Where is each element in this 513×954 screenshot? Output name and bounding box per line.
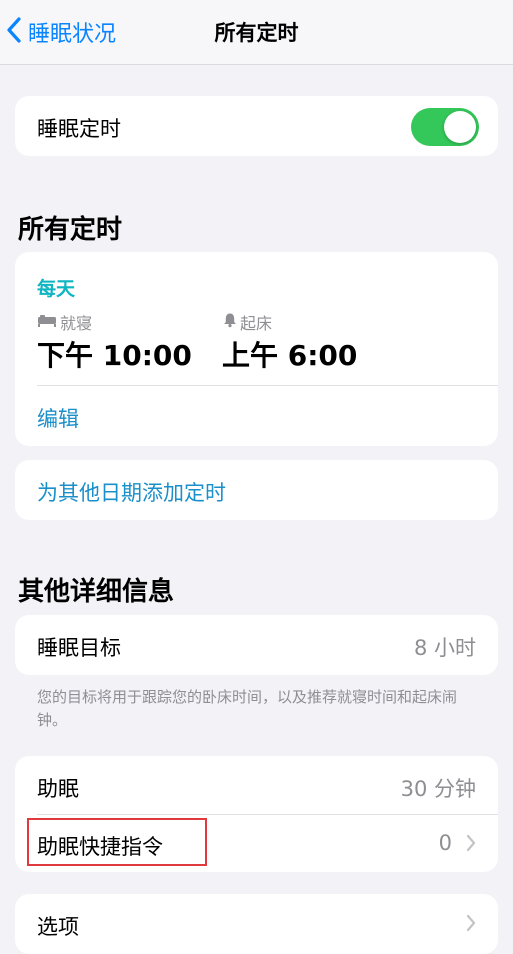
chevron-right-icon bbox=[466, 914, 476, 936]
wind-down-shortcuts-value: 0 bbox=[438, 831, 452, 855]
wake-label: 起床 bbox=[240, 314, 273, 333]
sleep-goal-value: 8 小时 bbox=[413, 636, 476, 660]
chevron-right-icon bbox=[466, 834, 476, 856]
schedule-frequency: 每天 bbox=[37, 278, 76, 300]
wake-value: 上午 6:00 bbox=[222, 339, 358, 372]
schedule-card: 每天 就寝 下午 10:00 起床 上午 6:00 编辑 bbox=[15, 252, 498, 446]
wake-label-row: 起床 bbox=[222, 310, 272, 334]
sleep-goal-footnote: 您的目标将用于跟踪您的卧床时间，以及推荐就寝时间和起床闹钟。 bbox=[37, 688, 458, 729]
bell-icon bbox=[222, 312, 238, 332]
bedtime-label: 就寝 bbox=[60, 314, 93, 333]
bedtime-label-row: 就寝 bbox=[37, 310, 92, 334]
add-schedule-card: 为其他日期添加定时 bbox=[15, 460, 498, 520]
wind-down-label: 助眠 bbox=[37, 777, 79, 801]
bedtime-value: 下午 10:00 bbox=[37, 339, 192, 372]
sleep-goal-label: 睡眠目标 bbox=[37, 636, 121, 660]
options-row[interactable]: 选项 bbox=[15, 894, 498, 954]
sleep-schedule-label: 睡眠定时 bbox=[37, 117, 121, 141]
add-schedule-button[interactable]: 为其他日期添加定时 bbox=[37, 477, 226, 507]
all-schedules-heading: 所有定时 bbox=[18, 215, 123, 245]
wind-down-card: 助眠 30 分钟 助眠快捷指令 0 bbox=[15, 756, 498, 872]
sleep-goal-row[interactable]: 睡眠目标 8 小时 bbox=[15, 615, 498, 675]
toggle-knob bbox=[444, 111, 476, 143]
wind-down-value: 30 分钟 bbox=[400, 777, 476, 801]
edit-schedule-button[interactable]: 编辑 bbox=[37, 403, 79, 433]
wind-down-row[interactable]: 助眠 30 分钟 bbox=[15, 756, 498, 814]
bed-icon bbox=[37, 313, 57, 332]
wind-down-shortcuts-label: 助眠快捷指令 bbox=[37, 835, 163, 859]
divider bbox=[37, 385, 498, 386]
sleep-schedule-card: 睡眠定时 bbox=[15, 96, 498, 156]
other-details-heading: 其他详细信息 bbox=[18, 577, 175, 607]
page-title: 所有定时 bbox=[214, 21, 299, 45]
sleep-schedule-toggle[interactable] bbox=[411, 108, 479, 146]
wind-down-shortcuts-row[interactable]: 助眠快捷指令 0 bbox=[15, 814, 498, 872]
options-label: 选项 bbox=[37, 915, 79, 939]
navigation-bar: 睡眠状况 所有定时 bbox=[0, 0, 513, 65]
